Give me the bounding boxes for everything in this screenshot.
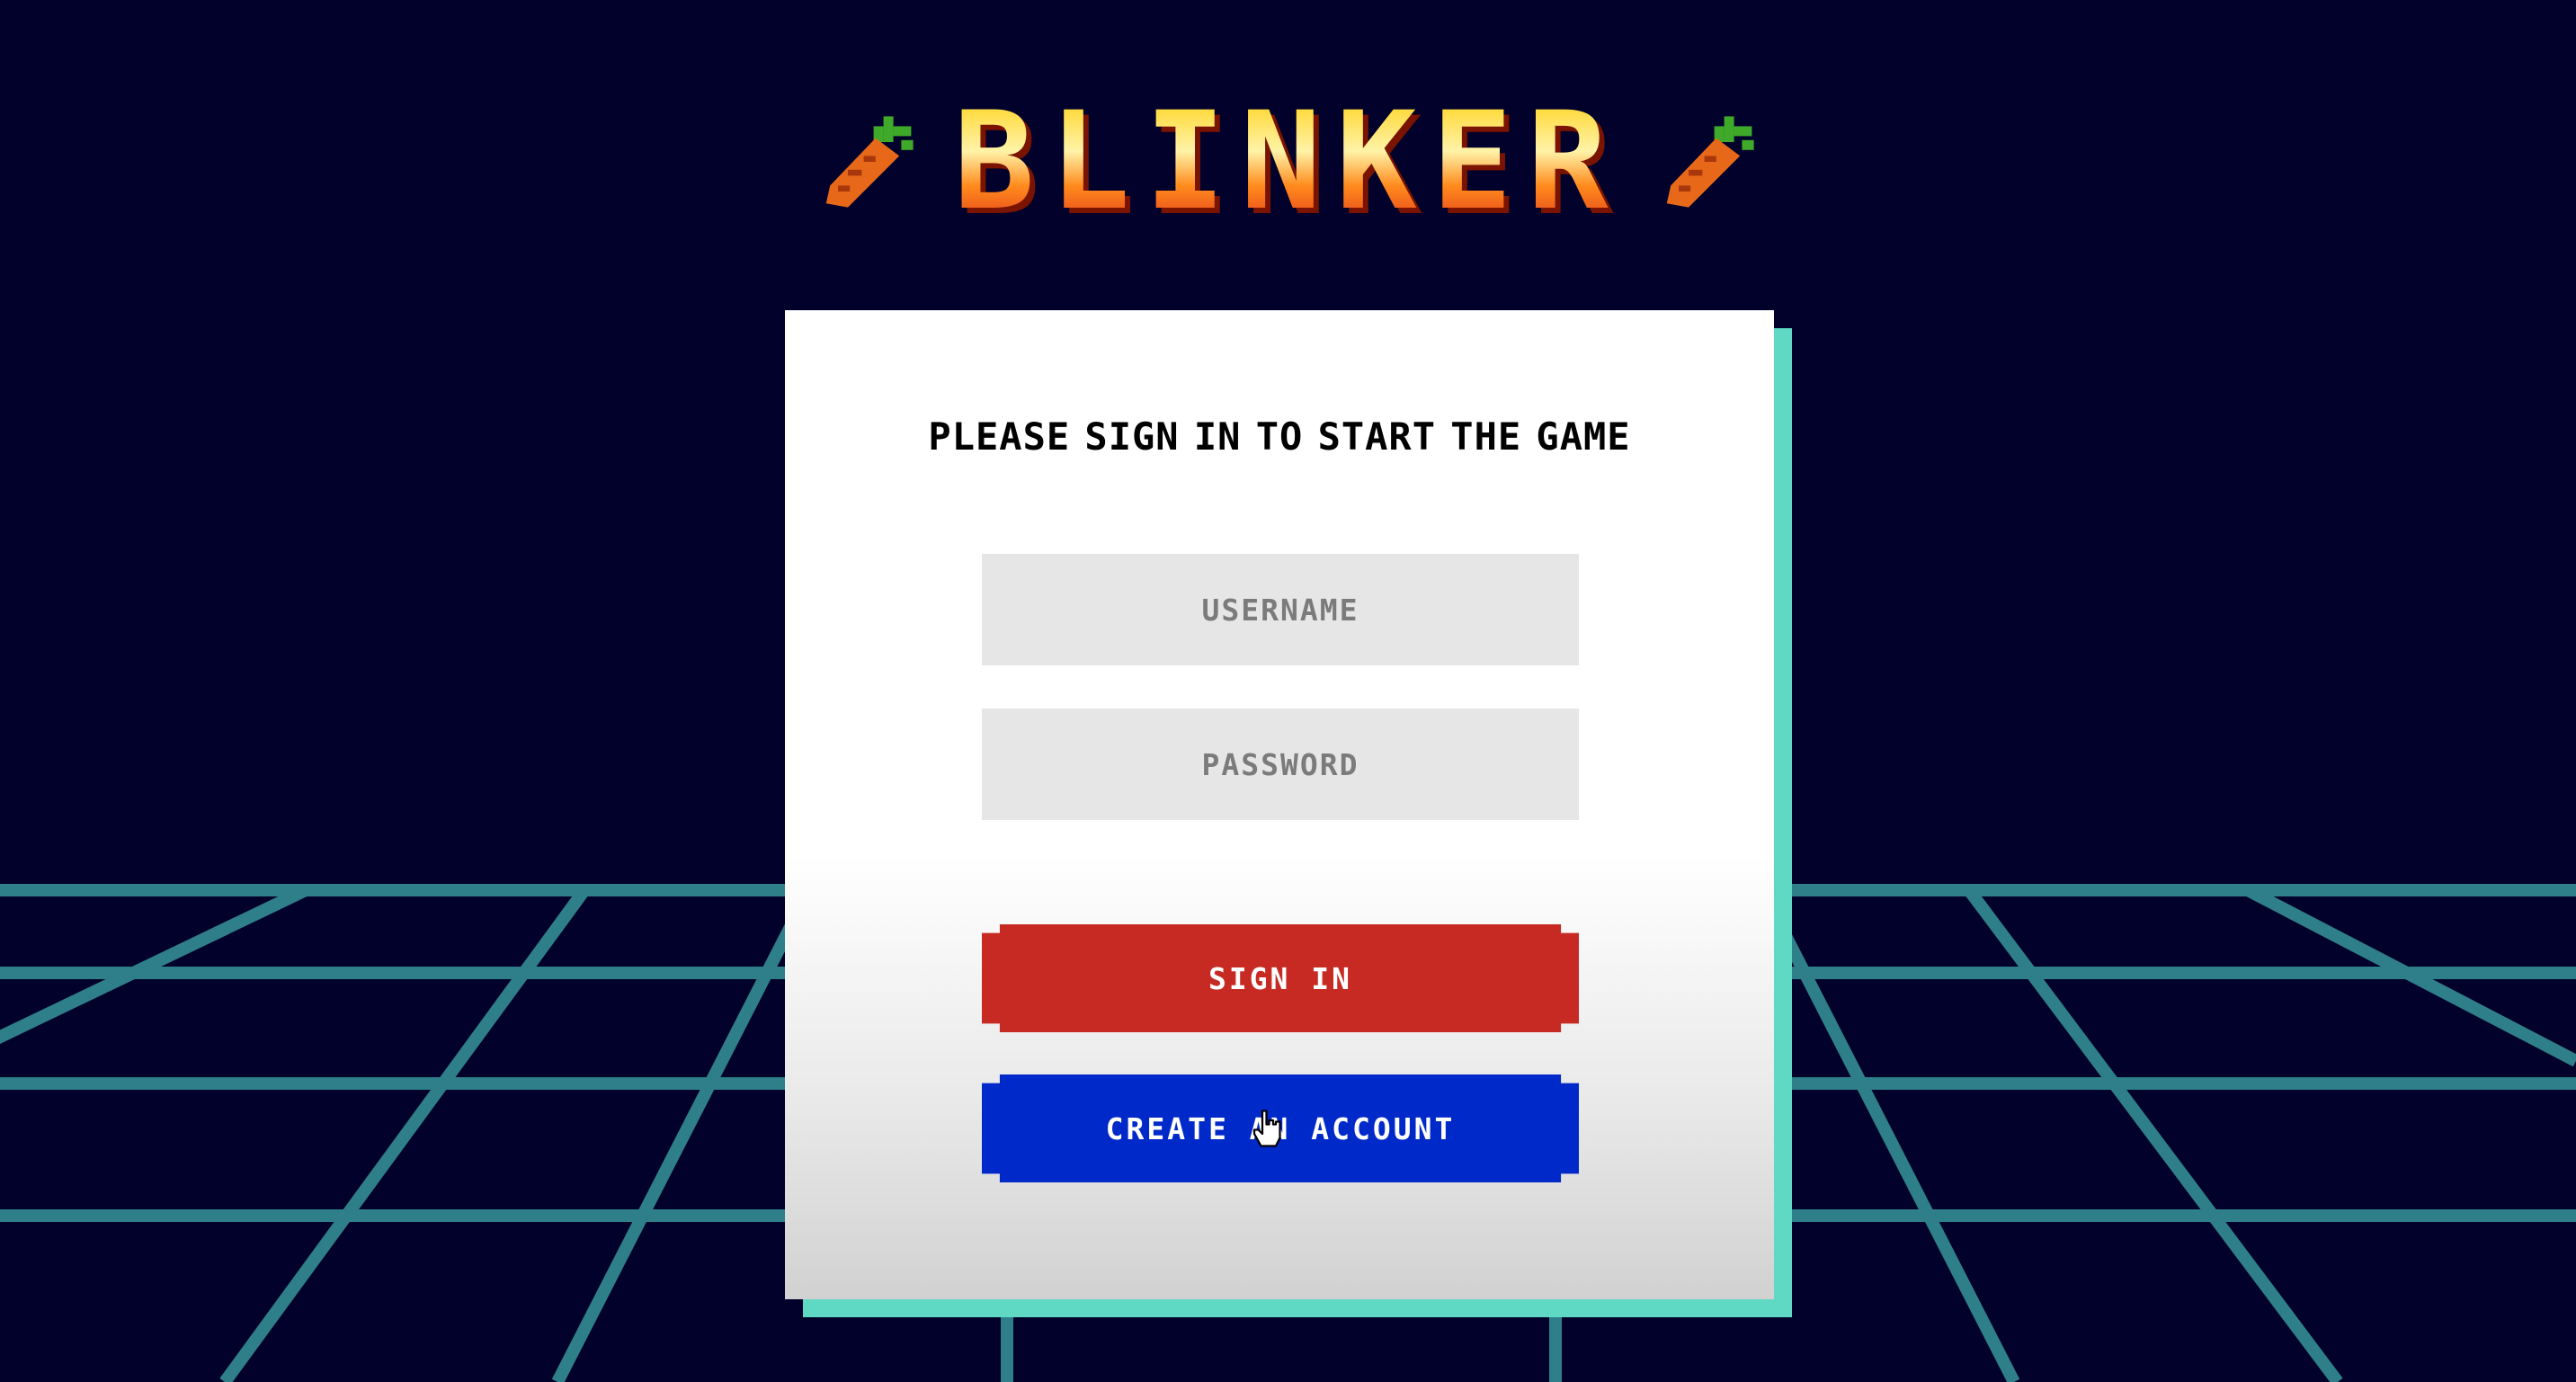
password-input[interactable] <box>982 709 1579 820</box>
carrot-icon <box>826 116 914 208</box>
game-logo: BLINKER <box>0 94 2576 229</box>
sign-in-button[interactable]: SIGN IN <box>982 924 1579 1032</box>
sign-in-prompt: PLEASE SIGN IN TO START THE GAME <box>928 415 1631 459</box>
username-input[interactable] <box>982 554 1579 665</box>
carrot-icon <box>1666 116 1754 208</box>
game-title: BLINKER <box>953 84 1623 240</box>
hand-pointer-icon <box>1252 1110 1281 1147</box>
login-panel: PLEASE SIGN IN TO START THE GAME SIGN IN… <box>785 310 1774 1299</box>
